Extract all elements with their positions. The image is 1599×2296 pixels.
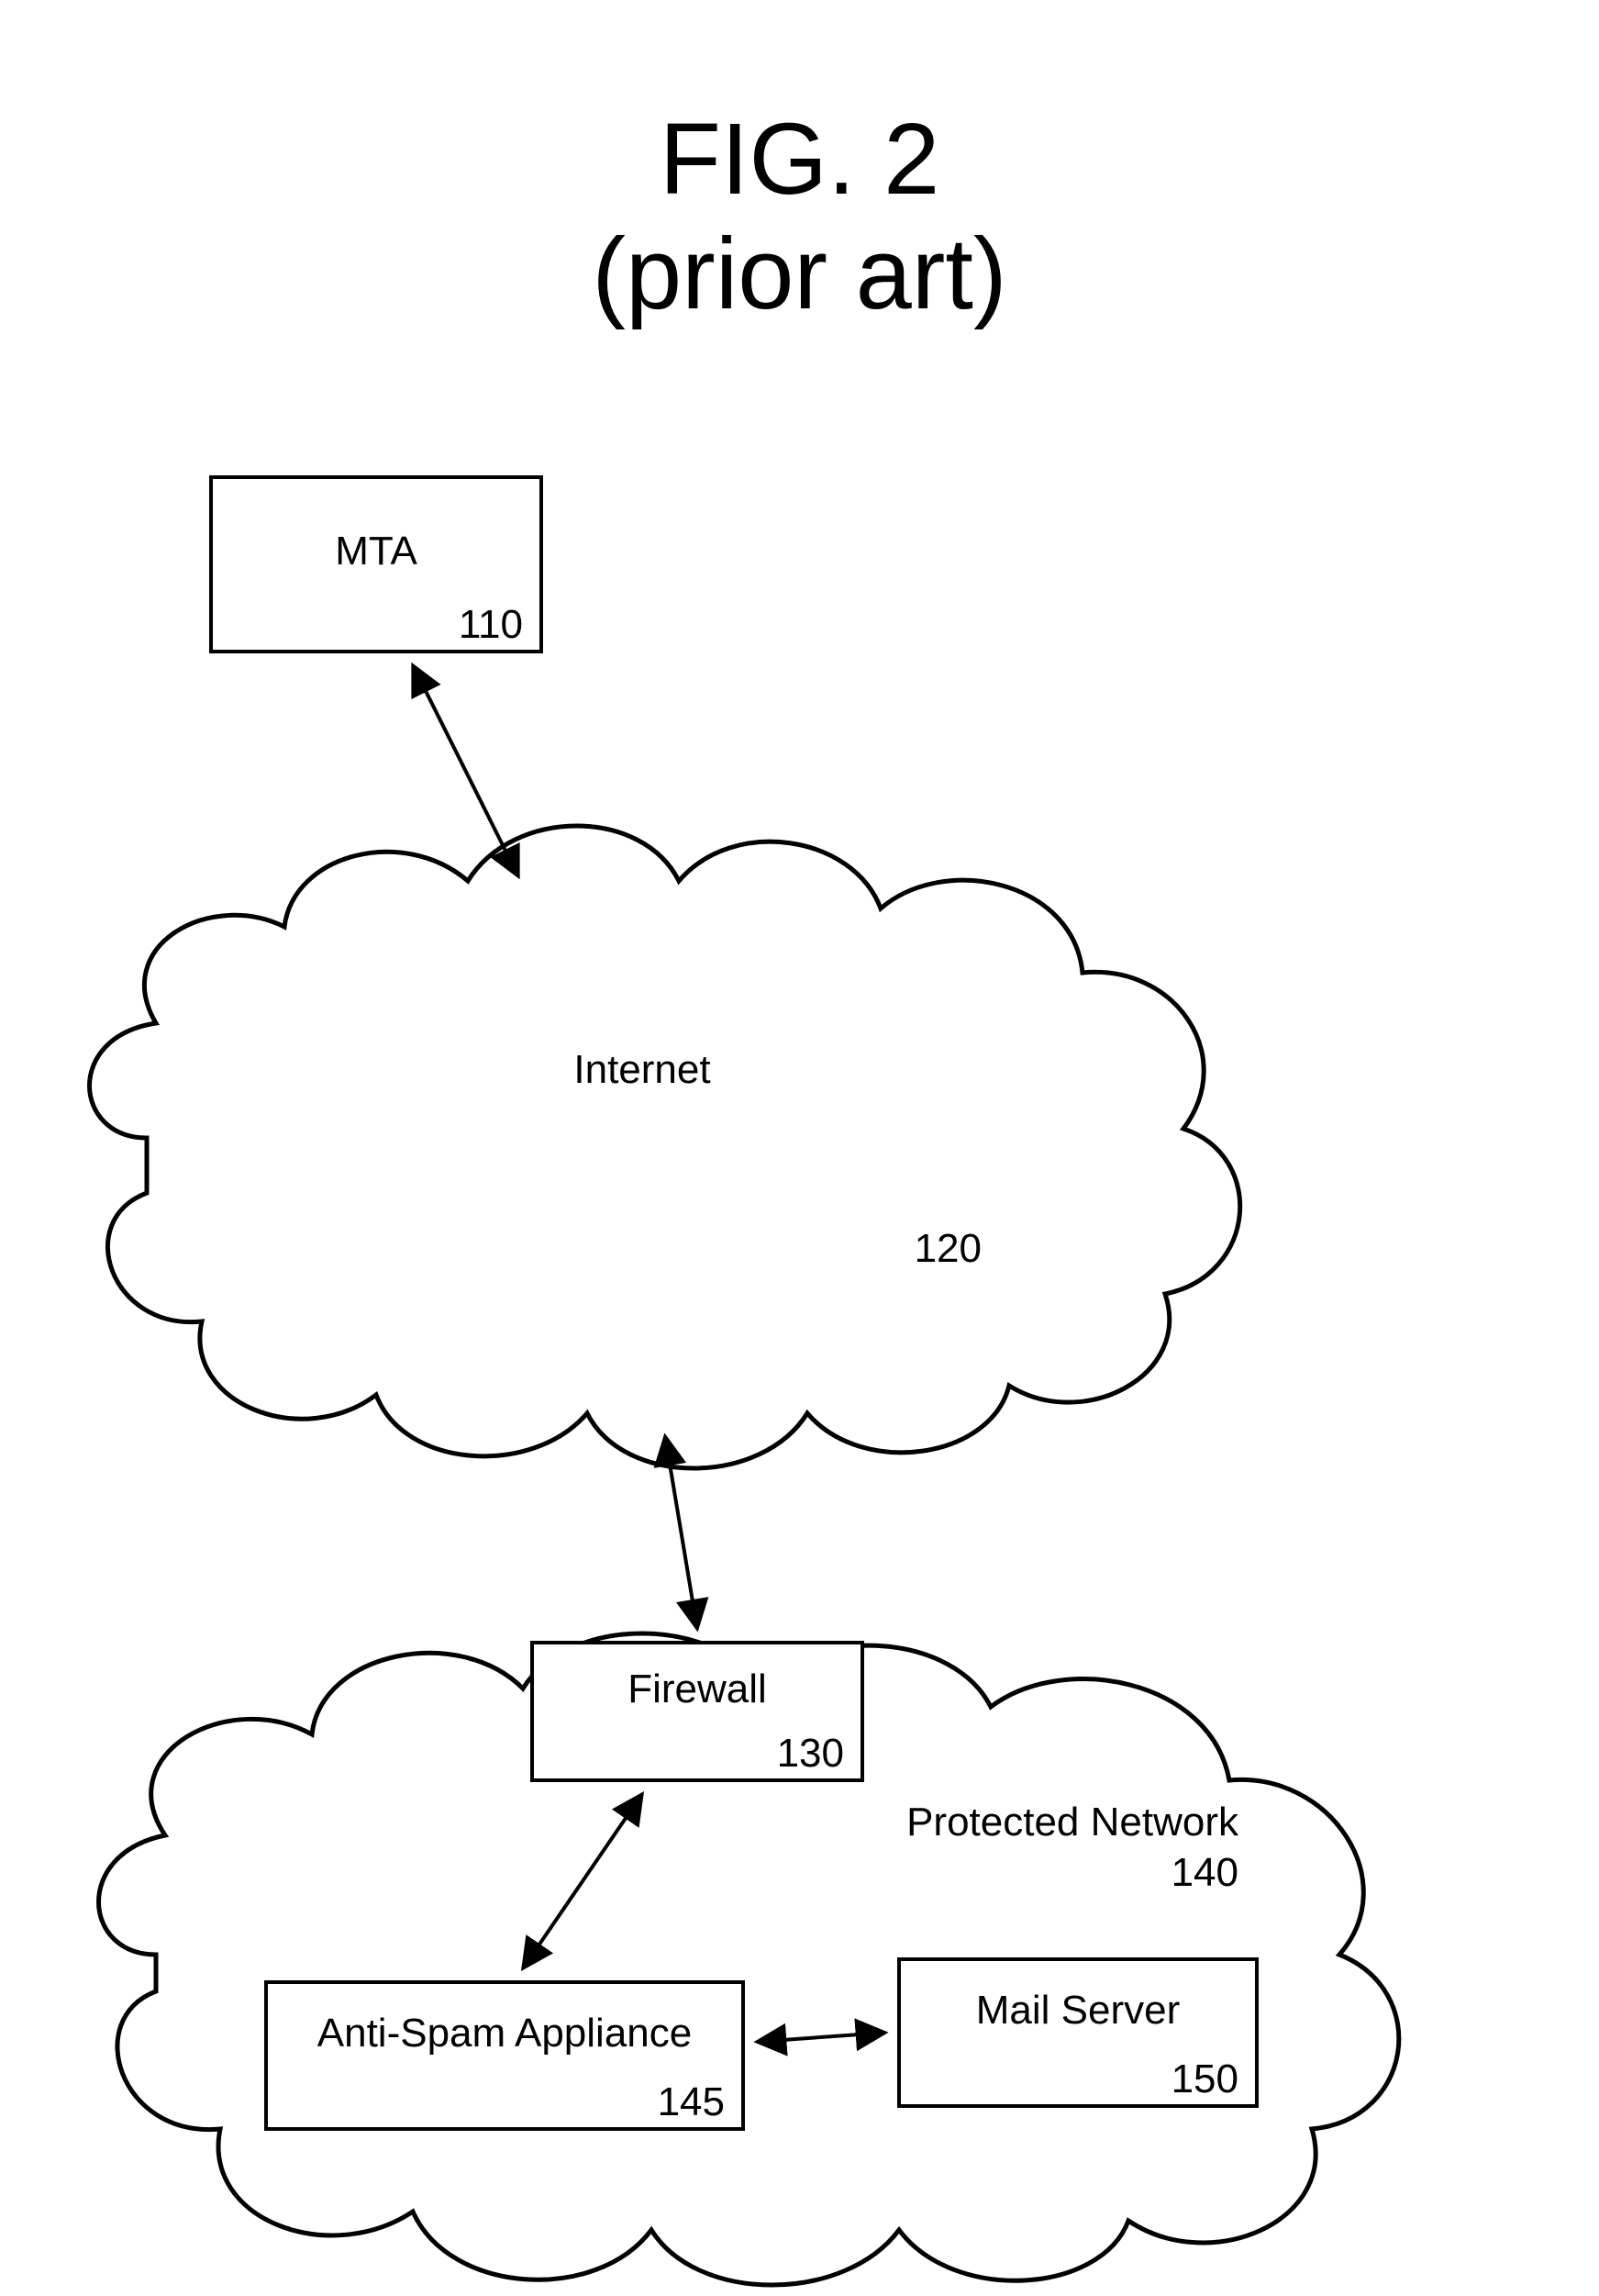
internet-label: Internet (573, 1047, 710, 1092)
diagram-svg: MTA 110 Internet 120 Protected Network 1… (0, 0, 1599, 2296)
internet-ref: 120 (915, 1226, 982, 1271)
edge-mta-internet (413, 665, 518, 876)
mta-label: MTA (335, 529, 417, 574)
mta-node: MTA 110 (211, 477, 541, 652)
mta-ref: 110 (459, 602, 523, 647)
network-label: Protected Network (906, 1800, 1239, 1845)
diagram-page: FIG. 2 (prior art) MTA 110 Internet 120 … (0, 0, 1599, 2296)
antispam-node: Anti-Spam Appliance 145 (266, 1982, 743, 2129)
network-ref: 140 (1171, 1850, 1238, 1895)
firewall-label: Firewall (627, 1666, 767, 1711)
antispam-ref: 145 (658, 2079, 725, 2124)
firewall-node: Firewall 130 (532, 1643, 862, 1780)
mailserver-ref: 150 (1171, 2056, 1238, 2101)
internet-cloud: Internet 120 (90, 826, 1240, 1468)
firewall-ref: 130 (777, 1731, 844, 1776)
antispam-label: Anti-Spam Appliance (317, 2011, 692, 2056)
mailserver-node: Mail Server 150 (899, 1959, 1257, 2106)
mailserver-label: Mail Server (976, 1988, 1181, 2033)
